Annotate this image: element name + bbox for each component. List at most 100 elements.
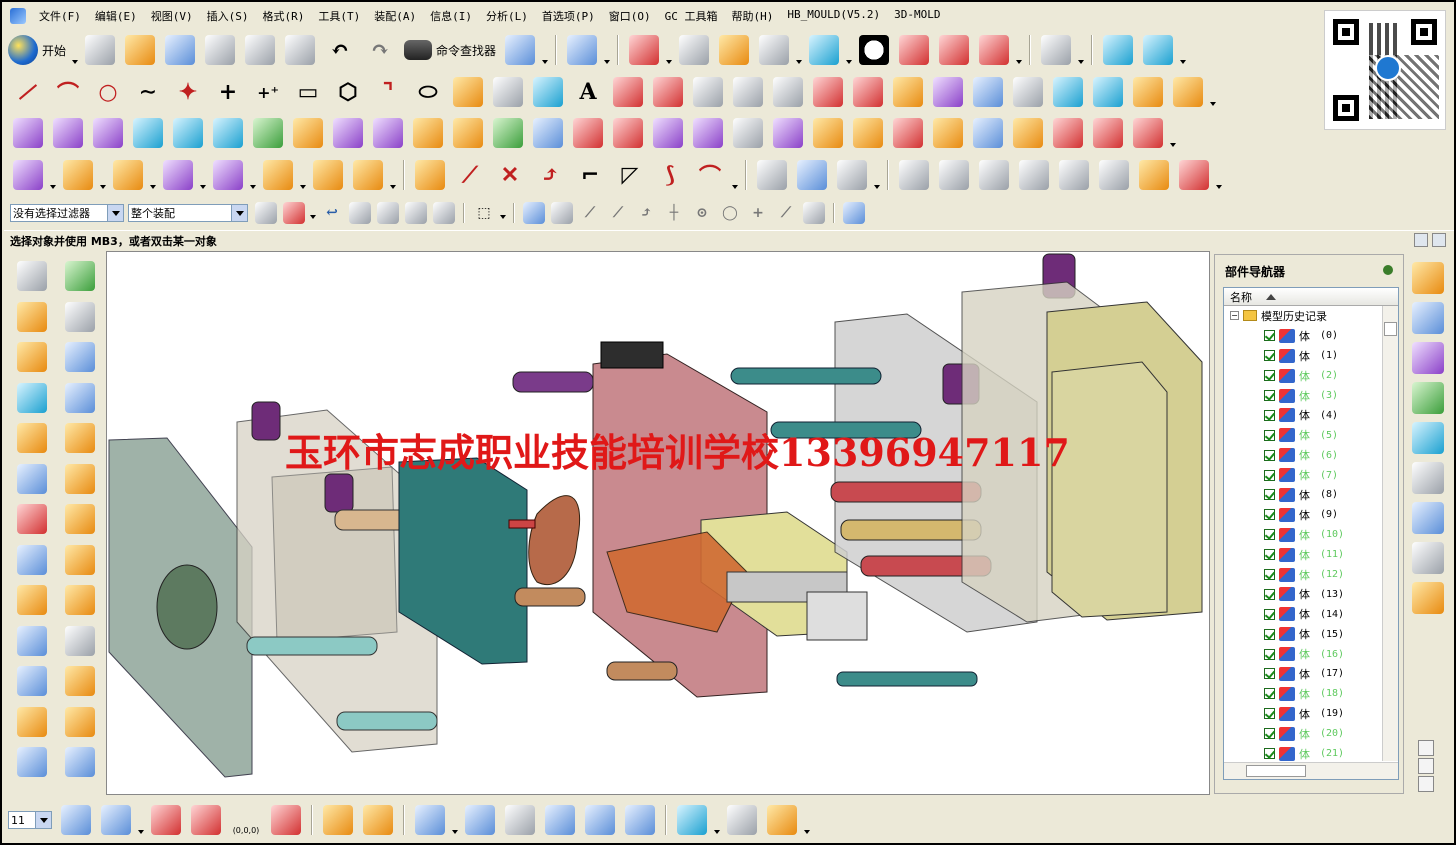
visibility-checkbox[interactable]	[1264, 509, 1275, 521]
move-object-icon[interactable]	[13, 160, 43, 190]
bridge-curve-icon[interactable]	[653, 77, 683, 107]
move-to-layer-icon[interactable]	[101, 805, 131, 835]
simplify-curve-icon[interactable]	[693, 77, 723, 107]
tree-row[interactable]: 体 (18)	[1224, 684, 1398, 704]
snap-view-icon[interactable]	[545, 805, 575, 835]
sweep-along-icon[interactable]	[17, 747, 47, 778]
visibility-checkbox[interactable]	[1264, 688, 1275, 700]
point-icon[interactable]: +	[213, 77, 243, 107]
mirror-sketch-icon[interactable]: ⌒	[695, 160, 725, 190]
sweep-icon[interactable]	[17, 382, 47, 413]
column-header[interactable]: 名称	[1224, 288, 1398, 306]
scroll-up-icon[interactable]	[1418, 740, 1434, 756]
menu-item[interactable]: 视图(V)	[144, 8, 200, 24]
helix-icon[interactable]	[493, 77, 523, 107]
bounded-plane-icon[interactable]	[373, 118, 403, 148]
scroll-thumb[interactable]	[1246, 765, 1306, 777]
new-file-icon[interactable]	[85, 35, 116, 65]
extract-curve-icon[interactable]	[1013, 77, 1043, 107]
sketch-dropdown[interactable]	[732, 185, 738, 189]
offset-curve-icon[interactable]	[613, 77, 643, 107]
part-list-dropdown[interactable]	[542, 60, 549, 64]
tools-dropdown[interactable]	[874, 185, 880, 189]
transition-surface-icon[interactable]	[333, 118, 363, 148]
gs-icon[interactable]	[979, 160, 1009, 190]
four-point-surface-icon[interactable]	[13, 118, 43, 148]
trim-curve-icon[interactable]	[1093, 77, 1123, 107]
control-point-icon[interactable]: ⤴	[635, 202, 657, 224]
datum-plane-icon[interactable]	[65, 301, 95, 332]
general-selection-icon[interactable]	[255, 202, 277, 224]
face-blend-icon[interactable]	[973, 118, 1003, 148]
ellipse-icon[interactable]: ⬭	[413, 77, 443, 107]
part-list-icon[interactable]	[505, 35, 536, 65]
shell-icon[interactable]	[853, 118, 883, 148]
menu-item[interactable]: 3D-MOLD	[887, 8, 947, 24]
curvature-icon[interactable]	[1179, 160, 1209, 190]
point-set-icon[interactable]: +⁺	[253, 77, 283, 107]
web-browser-icon[interactable]	[1412, 422, 1444, 454]
assembly-navigator-icon[interactable]	[1412, 262, 1444, 294]
draft-dropdown[interactable]	[100, 185, 106, 189]
soft-blend-icon[interactable]	[1013, 118, 1043, 148]
history-icon[interactable]	[1412, 462, 1444, 494]
extrude-icon[interactable]	[17, 301, 47, 332]
draft-body-icon[interactable]	[63, 160, 93, 190]
select-arrow-icon[interactable]	[505, 805, 535, 835]
snap-enable-icon[interactable]	[523, 202, 545, 224]
visibility-checkbox[interactable]	[1264, 350, 1275, 362]
zoom-icon[interactable]	[759, 35, 790, 65]
measure-angle-icon[interactable]	[767, 805, 797, 835]
menu-item[interactable]: 帮助(H)	[725, 8, 781, 24]
visibility-checkbox[interactable]	[1264, 469, 1275, 481]
visibility-checkbox[interactable]	[1264, 549, 1275, 561]
sew-icon[interactable]	[613, 118, 643, 148]
visibility-checkbox[interactable]	[1264, 588, 1275, 600]
boss-icon[interactable]	[65, 423, 95, 454]
tree-row[interactable]: 体 (8)	[1224, 485, 1398, 505]
enlarge-surface-icon[interactable]	[773, 118, 803, 148]
command-finder-button[interactable]: 命令查找器	[404, 40, 496, 60]
pmi-dropdown[interactable]	[714, 830, 720, 834]
extension-surface-icon[interactable]	[533, 118, 563, 148]
coil-icon[interactable]	[757, 160, 787, 190]
absolute-csys-icon[interactable]: (0,0,0)	[231, 805, 261, 835]
fit-view-icon[interactable]	[629, 35, 660, 65]
part-body-icon[interactable]	[843, 202, 865, 224]
pad-icon[interactable]	[65, 463, 95, 494]
graphics-viewport[interactable]: 玉环市志成职业技能培训学校13396947117	[106, 251, 1210, 795]
chamfer-icon[interactable]: ◸	[615, 160, 645, 190]
visibility-checkbox[interactable]	[1264, 708, 1275, 720]
menu-item[interactable]: 信息(I)	[423, 8, 479, 24]
pan-hand-icon[interactable]	[719, 35, 750, 65]
tree-row[interactable]: 体 (3)	[1224, 386, 1398, 406]
blend-icon[interactable]	[65, 504, 95, 535]
gh-icon[interactable]	[1059, 160, 1089, 190]
menu-item[interactable]: 工具(T)	[311, 8, 367, 24]
reuse-library-icon[interactable]	[1412, 382, 1444, 414]
edit-curve-length-icon[interactable]	[1173, 77, 1203, 107]
snap-point-icon[interactable]	[283, 202, 305, 224]
parabola-icon[interactable]	[453, 77, 483, 107]
mirror-feature-icon[interactable]	[65, 706, 95, 737]
polygon-icon[interactable]: ⬡	[333, 77, 363, 107]
tree-row[interactable]: 体 (13)	[1224, 584, 1398, 604]
select-feature-icon[interactable]	[433, 202, 455, 224]
tree-row[interactable]: 体 (9)	[1224, 505, 1398, 525]
visibility-checkbox[interactable]	[1264, 628, 1275, 640]
arc-center-icon[interactable]: ⊙	[691, 202, 713, 224]
info-dropdown[interactable]	[604, 60, 611, 64]
quick-extend-icon[interactable]: ⤴	[535, 160, 565, 190]
datum-csys-icon[interactable]	[65, 261, 95, 292]
visibility-checkbox[interactable]	[1264, 668, 1275, 680]
tree-row[interactable]: 体 (7)	[1224, 465, 1398, 485]
spline-icon[interactable]: ∼	[133, 77, 163, 107]
view-section-icon[interactable]	[465, 805, 495, 835]
ruled-surface-icon[interactable]	[173, 118, 203, 148]
edit-object-display-icon[interactable]	[323, 805, 353, 835]
make-corner-icon[interactable]: ⌐	[575, 160, 605, 190]
hole-icon[interactable]	[17, 423, 47, 454]
view-direction-icon[interactable]	[415, 805, 445, 835]
wrap-icon[interactable]	[837, 160, 867, 190]
move-component-icon[interactable]	[1103, 35, 1134, 65]
